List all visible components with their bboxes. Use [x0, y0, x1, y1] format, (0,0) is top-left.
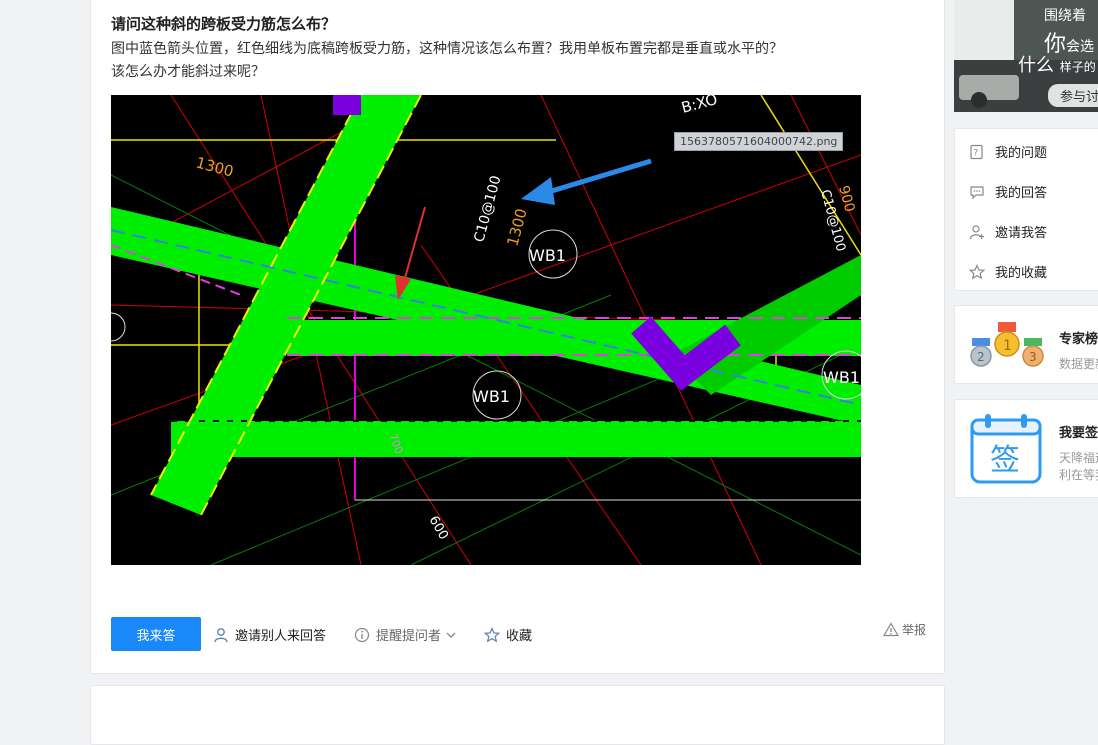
question-title: 请问这种斜的跨板受力筋怎么布？ [111, 15, 337, 33]
report-label: 举报 [901, 623, 926, 637]
warning-icon [882, 622, 899, 637]
sign-glyph: 签 [990, 443, 1020, 478]
medals-icon: 2 1 3 [970, 322, 1044, 367]
banner-text-3-small: 样子的 [1059, 60, 1096, 74]
menu-item-my-answers[interactable]: 我的回答 [969, 182, 1047, 201]
image-filename-tooltip: 1563780571604000742.png [674, 132, 844, 151]
banner-text-3: 什么 样子的 [1018, 51, 1096, 77]
star-icon [969, 263, 985, 279]
info-icon [354, 627, 370, 642]
remind-asker-button[interactable]: 提醒提问者 [354, 625, 457, 644]
favorite-label: 收藏 [506, 629, 533, 644]
sign-in-subtitle-1: 天降福运 [1059, 451, 1098, 465]
promo-banner[interactable]: 围绕着 你会选 什么 样子的 参与讨 [954, 0, 1098, 112]
question-doc-icon: ? [970, 144, 983, 159]
slab-horizontal-2 [171, 421, 861, 457]
blue-arrow [521, 158, 652, 205]
label-900: 900 [835, 184, 857, 214]
expert-ranking-card[interactable]: 2 1 3 专家榜 数据更新 [954, 305, 1098, 384]
sign-in-subtitle-2: 利在等我 [1059, 468, 1098, 482]
comment-icon [970, 185, 984, 199]
menu-item-label: 我的问题 [995, 146, 1048, 161]
sign-in-card[interactable]: 签 我要签 天降福运 利在等我 [954, 399, 1098, 498]
purple-mark-top [333, 95, 361, 115]
label-1300-a: 1300 [194, 153, 236, 180]
invite-label: 邀请别人来回答 [235, 629, 327, 644]
action-bar: 我来答 邀请别人来回答 提醒提问者 收藏 举报 [111, 617, 926, 651]
question-card: 请问这种斜的跨板受力筋怎么布？ 图中蓝色箭头位置，红色细线为底稿跨板受力筋，这种… [90, 0, 945, 674]
question-description: 图中蓝色箭头位置，红色细线为底稿跨板受力筋，这种情况该怎么布置？我用单板布置完都… [111, 38, 901, 84]
svg-text:3: 3 [1029, 350, 1037, 364]
answer-button[interactable]: 我来答 [111, 617, 201, 651]
remind-label: 提醒提问者 [376, 629, 442, 644]
expert-subtitle: 数据更新 [1059, 357, 1098, 371]
report-button[interactable]: 举报 [882, 621, 926, 638]
menu-item-favorites[interactable]: 我的收藏 [969, 262, 1047, 281]
menu-item-my-questions[interactable]: ? 我的问题 [969, 142, 1047, 161]
invite-user-icon [969, 224, 984, 239]
banner-text-1: 围绕着 [1044, 8, 1086, 24]
invite-button[interactable]: 邀请别人来回答 [213, 625, 326, 644]
star-icon [484, 626, 500, 642]
label-wb1-a: WB1 [529, 246, 566, 265]
question-description-line-1: 图中蓝色箭头位置，红色细线为底稿跨板受力筋，这种情况该怎么布置？我用单板布置完都… [111, 41, 783, 57]
banner-join-button[interactable]: 参与讨 [1048, 84, 1098, 107]
favorite-button[interactable]: 收藏 [484, 625, 532, 644]
question-description-line-2: 该怎么办才能斜过来呢？ [111, 64, 265, 80]
expert-title: 专家榜 [1059, 332, 1098, 347]
label-600: 600 [426, 514, 451, 543]
answers-card [90, 685, 945, 745]
label-c10-a: C10@100 [471, 174, 504, 244]
user-icon [214, 627, 228, 642]
user-menu-card: ? 我的问题 我的回答 邀请我答 我的收藏 [954, 128, 1098, 291]
sign-in-title: 我要签 [1059, 426, 1098, 441]
label-wb1-c: WB1 [823, 368, 860, 387]
question-image[interactable]: WB1 WB1 WB1 1300 1300 C10@100 C10@100 90… [111, 95, 861, 565]
label-axis-b: B:XO [679, 95, 719, 117]
menu-item-label: 邀请我答 [995, 226, 1048, 241]
cad-drawing: WB1 WB1 WB1 1300 1300 C10@100 C10@100 90… [111, 95, 861, 565]
menu-item-label: 我的收藏 [995, 266, 1048, 281]
svg-text:2: 2 [977, 350, 985, 364]
menu-item-invited[interactable]: 邀请我答 [969, 222, 1047, 241]
svg-text:1: 1 [1003, 338, 1012, 354]
label-wb1-b: WB1 [473, 387, 510, 406]
svg-text:?: ? [974, 148, 979, 158]
chevron-down-icon [446, 632, 456, 638]
calendar-sign-icon: 签 [970, 414, 1042, 484]
label-1300-b: 1300 [503, 206, 530, 248]
banner-text-3-big: 什么 [1018, 55, 1054, 76]
menu-item-label: 我的回答 [995, 186, 1048, 201]
